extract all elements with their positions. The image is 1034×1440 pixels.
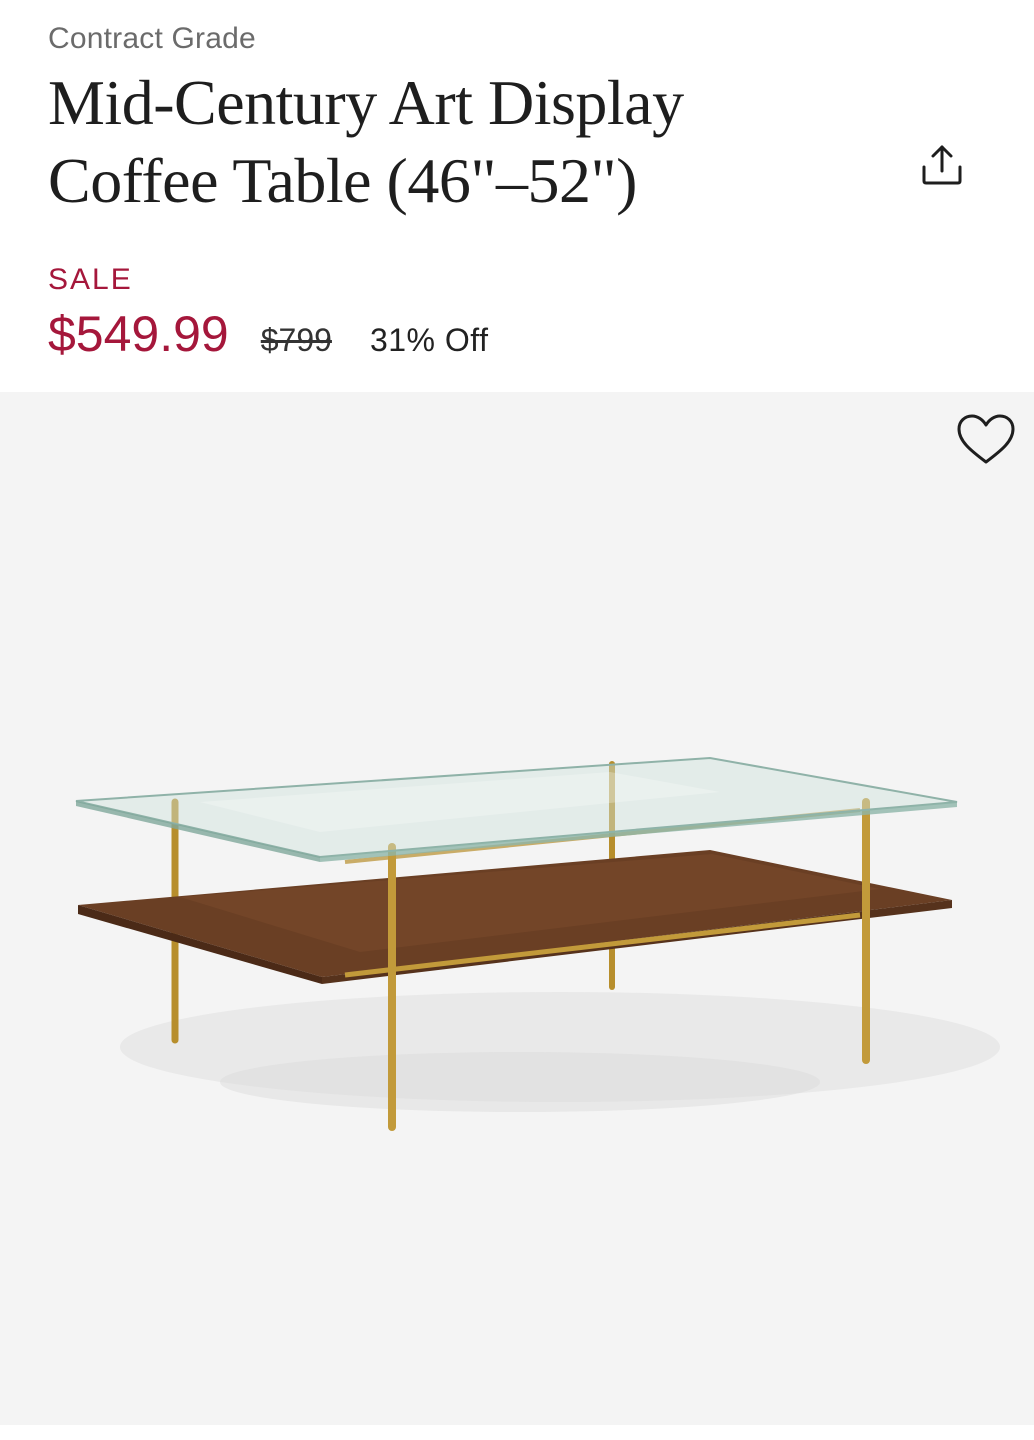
share-icon (922, 145, 962, 185)
product-title-line-2: Coffee Table (46"–52") (48, 145, 637, 216)
product-header: Contract Grade Mid-Century Art Display C… (48, 18, 898, 220)
product-eyebrow: Contract Grade (48, 22, 256, 55)
wishlist-button[interactable] (954, 410, 1018, 470)
share-button[interactable] (912, 135, 972, 195)
price-row: $549.99 $799 31% Off (48, 302, 488, 366)
original-price: $799 (260, 322, 332, 358)
sale-price: $549.99 (48, 306, 229, 362)
product-detail-page: Contract Grade Mid-Century Art Display C… (0, 0, 1034, 1440)
product-image (75, 756, 1000, 1131)
product-image-gallery[interactable] (0, 392, 1034, 1425)
product-title-line-1: Mid-Century Art Display (48, 67, 684, 138)
product-title: Mid-Century Art Display Coffee Table (46… (48, 64, 898, 220)
sale-label: SALE (48, 263, 133, 296)
discount-label: 31% Off (369, 322, 489, 358)
heart-icon (957, 414, 1015, 464)
